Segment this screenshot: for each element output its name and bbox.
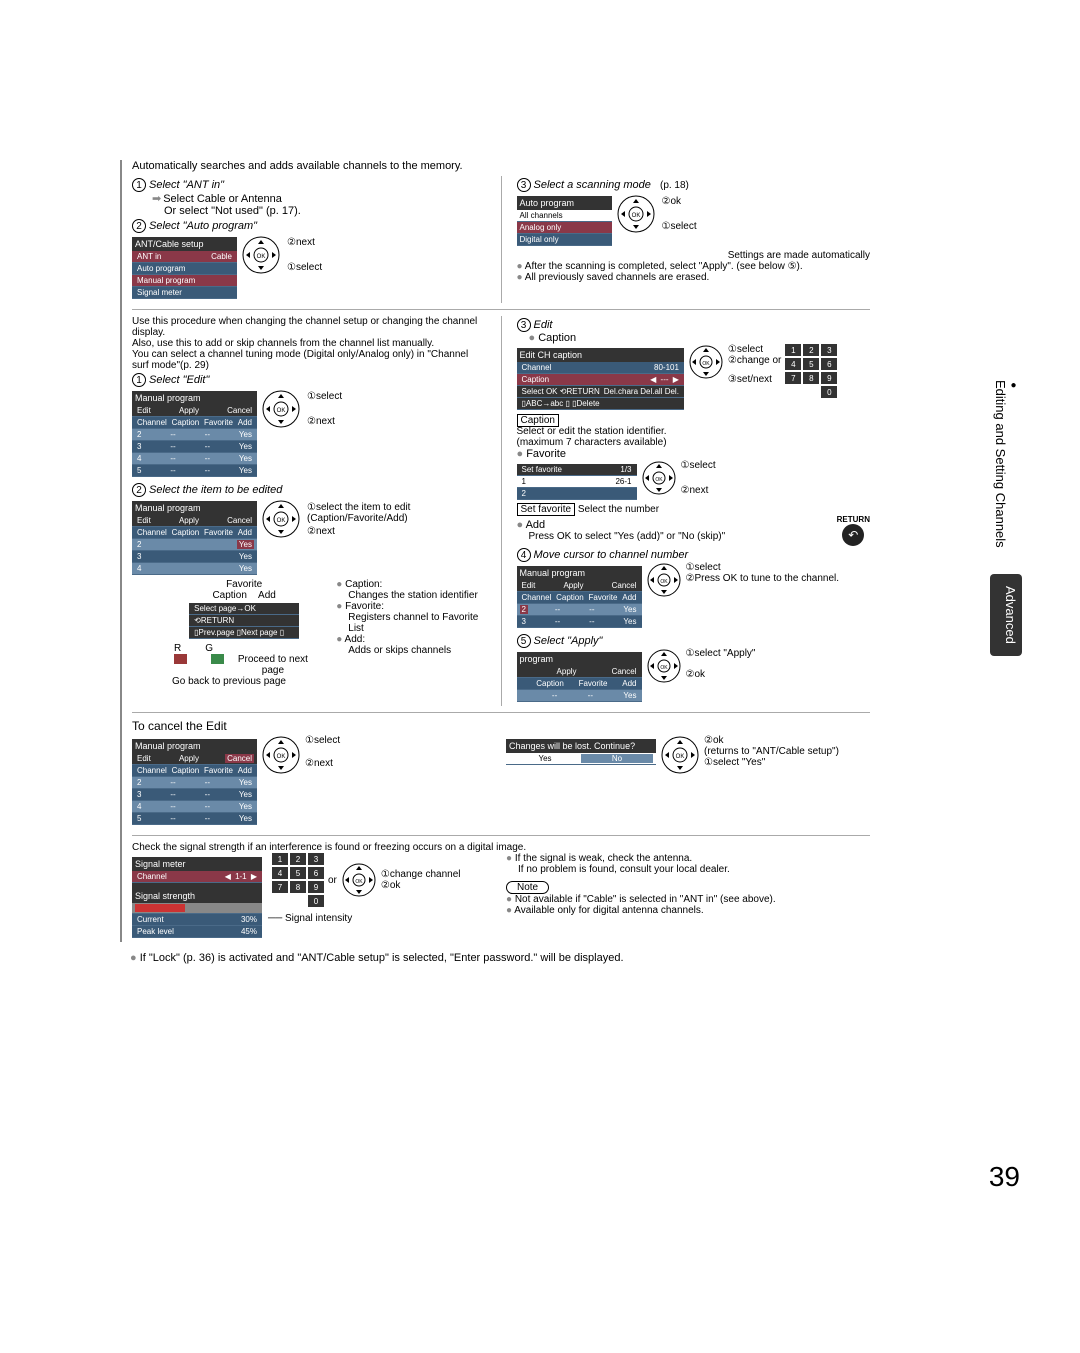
dpad-icon: OK (261, 499, 301, 539)
num-2: 2 (132, 219, 146, 233)
svg-text:OK: OK (355, 879, 363, 885)
s1b: Or select "Not used" (p. 17). (164, 205, 486, 217)
manual-prog-menu: Manual program EditApplyCancel ChannelCa… (132, 391, 257, 477)
page-number: 39 (989, 1161, 1020, 1193)
s1a: Select Cable or Antenna (152, 192, 486, 205)
s1-title: Select "ANT in" (149, 179, 224, 191)
svg-text:OK: OK (660, 579, 668, 585)
after2: After the scanning is completed, select … (517, 261, 871, 272)
numpad-icon: 1234567890 (785, 344, 837, 398)
red-button-icon (174, 654, 187, 664)
auto-intro: Automatically searches and adds availabl… (132, 160, 870, 172)
svg-text:OK: OK (631, 213, 640, 219)
after3: All previously saved channels are erased… (517, 272, 871, 283)
dpad-icon: OK (646, 562, 682, 598)
svg-text:OK: OK (655, 477, 663, 483)
numpad-icon: 1234567890 (272, 853, 324, 907)
cancel-title: To cancel the Edit (132, 719, 870, 733)
dpad-icon: OK (261, 735, 301, 775)
num-1: 1 (132, 178, 146, 192)
ant-cable-menu: ANT/Cable setup ANT inCable Auto program… (132, 237, 237, 299)
svg-text:OK: OK (277, 518, 286, 524)
s3-title: Select a scanning mode (534, 179, 651, 191)
green-button-icon (211, 654, 224, 664)
dpad-icon: OK (341, 862, 377, 898)
svg-text:OK: OK (277, 754, 286, 760)
side-tab-advanced: Advanced (990, 574, 1022, 656)
dpad-icon: OK (616, 194, 656, 234)
return-icon: ↶ (842, 524, 864, 546)
svg-text:OK: OK (660, 665, 668, 671)
dpad-icon: OK (660, 735, 700, 775)
auto-prog-menu: Auto program All channels Analog only Di… (517, 196, 612, 246)
dpad-icon: OK (688, 344, 724, 380)
s2-title: Select "Auto program" (149, 220, 257, 232)
svg-text:OK: OK (702, 361, 710, 367)
svg-text:OK: OK (676, 754, 685, 760)
svg-text:OK: OK (257, 254, 266, 260)
dpad-icon: OK (641, 460, 677, 496)
lock-footnote: If "Lock" (p. 36) is activated and "ANT/… (130, 952, 990, 964)
dpad-icon: OK (646, 648, 682, 684)
svg-text:OK: OK (277, 408, 286, 414)
dpad-icon: OK (261, 389, 301, 429)
num-3: 3 (517, 178, 531, 192)
side-tab-editing: Editing and Setting Channels (990, 370, 1022, 558)
dpad-icon: OK (241, 235, 281, 275)
